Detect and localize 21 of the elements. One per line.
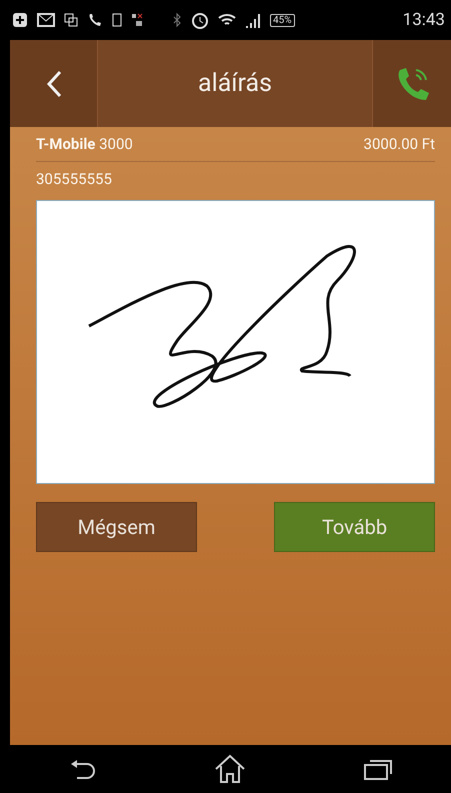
clock-time: 13:43 [402, 10, 445, 30]
cancel-button[interactable]: Mégsem [36, 502, 197, 552]
signal-icon [245, 12, 261, 28]
data-icon [131, 13, 143, 27]
call-button[interactable] [373, 40, 451, 127]
phone-number: 305555555 [36, 170, 112, 188]
mail-icon [37, 13, 55, 27]
home-icon[interactable] [214, 754, 246, 784]
window-icon [64, 13, 78, 27]
back-icon[interactable] [68, 758, 96, 780]
next-button[interactable]: Tovább [274, 502, 435, 552]
battery-icon: 45% [270, 14, 295, 26]
bluetooth-icon [172, 12, 182, 28]
back-icon [46, 70, 62, 98]
product-name: T-Mobile 3000 [36, 135, 133, 153]
recent-apps-icon[interactable] [362, 757, 392, 781]
notification-icon [12, 12, 28, 28]
phone-icon [87, 12, 103, 28]
amount: 3000.00 Ft [364, 135, 435, 153]
alarm-icon [191, 11, 209, 29]
device-icon [112, 13, 122, 27]
